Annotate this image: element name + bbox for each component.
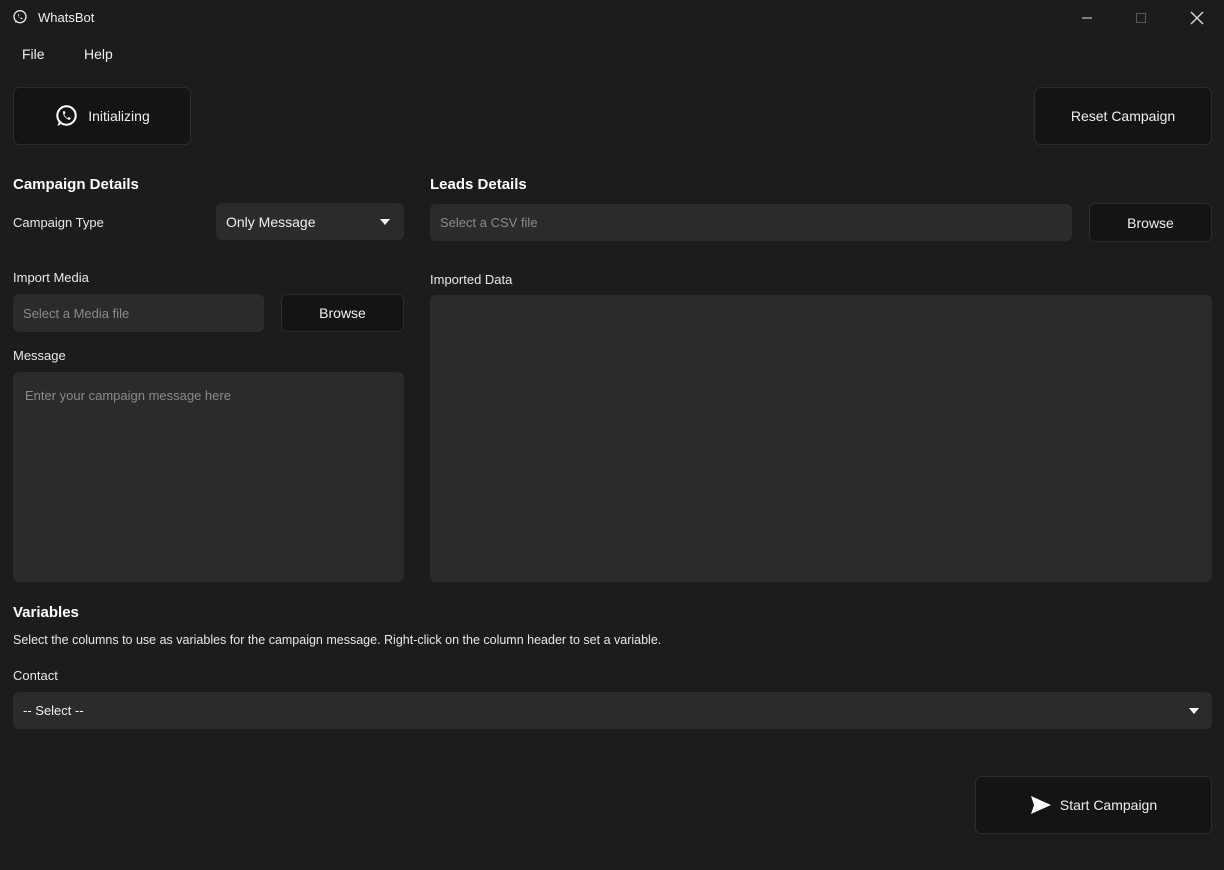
csv-file-placeholder: Select a CSV file (440, 215, 538, 230)
media-file-input[interactable]: Select a Media file (13, 294, 264, 332)
maximize-button[interactable] (1118, 0, 1164, 36)
menu-help[interactable]: Help (84, 46, 113, 62)
connection-status-button[interactable]: Initializing (13, 87, 191, 145)
media-file-placeholder: Select a Media file (23, 305, 130, 321)
campaign-details-title: Campaign Details (13, 176, 139, 193)
imported-data-table[interactable] (430, 295, 1212, 582)
menu-file[interactable]: File (22, 46, 45, 62)
message-label: Message (13, 348, 66, 363)
contact-label: Contact (13, 668, 58, 683)
media-browse-button[interactable]: Browse (281, 294, 404, 332)
minimize-button[interactable] (1064, 0, 1110, 36)
leads-details-title: Leads Details (430, 176, 527, 193)
connection-status-label: Initializing (88, 108, 150, 124)
minimize-icon (1082, 17, 1092, 19)
start-campaign-button[interactable]: Start Campaign (975, 776, 1212, 834)
variables-title: Variables (13, 604, 79, 621)
message-placeholder: Enter your campaign message here (25, 388, 231, 403)
campaign-type-select[interactable]: Only Message (216, 203, 404, 240)
campaign-type-value: Only Message (226, 213, 316, 230)
close-button[interactable] (1174, 0, 1220, 36)
close-icon (1190, 11, 1204, 25)
whatsapp-icon (12, 9, 28, 25)
maximize-icon (1136, 13, 1146, 23)
imported-data-label: Imported Data (430, 272, 513, 287)
import-media-label: Import Media (13, 270, 89, 285)
contact-column-value: -- Select -- (23, 703, 84, 718)
variables-description: Select the columns to use as variables f… (13, 633, 662, 647)
csv-file-input[interactable]: Select a CSV file (430, 204, 1072, 241)
campaign-type-label: Campaign Type (13, 215, 104, 230)
chevron-down-icon (1189, 708, 1199, 714)
reset-campaign-button[interactable]: Reset Campaign (1034, 87, 1212, 145)
contact-column-select[interactable]: -- Select -- (13, 692, 1212, 729)
whatsapp-icon (54, 104, 78, 128)
title-bar: WhatsBot (0, 0, 1224, 36)
send-icon (1030, 795, 1052, 815)
chevron-down-icon (380, 219, 390, 225)
start-campaign-label: Start Campaign (1059, 797, 1158, 813)
app-title: WhatsBot (38, 10, 95, 25)
message-textarea[interactable]: Enter your campaign message here (13, 372, 404, 582)
csv-browse-button[interactable]: Browse (1089, 203, 1212, 242)
